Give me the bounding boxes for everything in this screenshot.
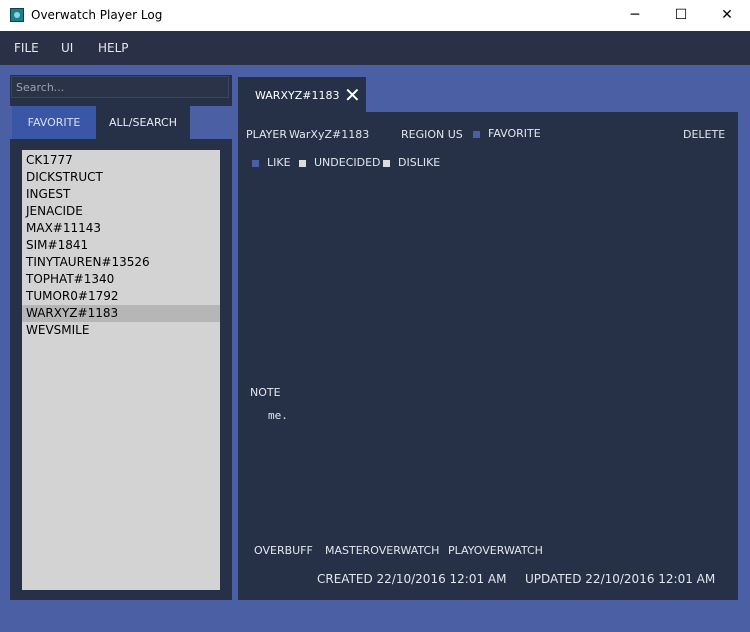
menu-help[interactable]: HELP — [98, 41, 129, 55]
rating-undecided[interactable]: UNDECIDED — [299, 156, 381, 169]
favorite-label: FAVORITE — [488, 127, 541, 140]
note-text[interactable]: me. — [268, 409, 288, 422]
overbuff-link[interactable]: OVERBUFF — [254, 544, 313, 557]
list-item[interactable]: MAX#11143 — [22, 220, 220, 237]
search-input[interactable] — [11, 76, 229, 98]
created-timestamp: CREATED 22/10/2016 12:01 AM — [317, 572, 507, 586]
dislike-radio — [383, 159, 390, 167]
delete-button[interactable]: DELETE — [683, 128, 725, 141]
masteroverwatch-link[interactable]: MASTEROVERWATCH — [325, 544, 439, 557]
like-radio — [252, 159, 259, 167]
player-list[interactable]: CK1777 DICKSTRUCT INGEST JENACIDE MAX#11… — [22, 150, 220, 590]
list-item[interactable]: SIM#1841 — [22, 237, 220, 254]
updated-timestamp: UPDATED 22/10/2016 12:01 AM — [525, 572, 716, 586]
player-tab[interactable]: WARXYZ#1183 ✕ — [238, 77, 366, 112]
list-item[interactable]: TUMOR0#1792 — [22, 288, 220, 305]
list-item[interactable]: DICKSTRUCT — [22, 169, 220, 186]
favorite-checkbox[interactable]: FAVORITE — [473, 127, 541, 140]
rating-dislike[interactable]: DISLIKE — [383, 156, 440, 169]
favorite-checkbox-box — [473, 130, 480, 138]
tab-favorite[interactable]: FAVORITE — [12, 106, 96, 139]
menu-ui[interactable]: UI — [61, 41, 73, 55]
player-list-panel: FAVORITE ALL/SEARCH CK1777 DICKSTRUCT IN… — [10, 75, 232, 600]
window-title: Overwatch Player Log — [31, 8, 163, 22]
list-item[interactable]: TINYTAUREN#13526 — [22, 254, 220, 271]
tab-all-search[interactable]: ALL/SEARCH — [96, 106, 190, 139]
playoverwatch-link[interactable]: PLAYOVERWATCH — [448, 544, 543, 557]
list-item-selected[interactable]: WARXYZ#1183 — [22, 305, 220, 322]
player-name: WarXyZ#1183 — [289, 128, 370, 141]
menu-file[interactable]: FILE — [14, 41, 39, 55]
like-label: LIKE — [267, 156, 291, 169]
menu-bar: FILE UI HELP — [0, 31, 750, 65]
list-tab-bar: FAVORITE ALL/SEARCH — [10, 106, 232, 139]
region-label: REGION US — [401, 128, 463, 141]
player-label: PLAYER — [246, 128, 287, 141]
close-tab-icon[interactable]: ✕ — [344, 83, 361, 107]
list-item[interactable]: JENACIDE — [22, 203, 220, 220]
player-detail-area: WARXYZ#1183 ✕ PLAYER WarXyZ#1183 REGION … — [238, 75, 738, 600]
rating-like[interactable]: LIKE — [252, 156, 291, 169]
minimize-button[interactable]: ─ — [612, 0, 658, 31]
dislike-label: DISLIKE — [398, 156, 441, 169]
player-detail-panel: PLAYER WarXyZ#1183 REGION US FAVORITE DE… — [238, 112, 738, 600]
list-item[interactable]: INGEST — [22, 186, 220, 203]
title-bar: Overwatch Player Log ─ ☐ ✕ — [0, 0, 750, 32]
close-window-button[interactable]: ✕ — [704, 0, 750, 31]
undecided-radio — [299, 159, 306, 167]
undecided-label: UNDECIDED — [314, 156, 381, 169]
list-item[interactable]: CK1777 — [22, 152, 220, 169]
player-tab-label: WARXYZ#1183 — [255, 89, 340, 102]
app-icon — [10, 8, 24, 22]
list-item[interactable]: TOPHAT#1340 — [22, 271, 220, 288]
note-label: NOTE — [250, 386, 281, 399]
maximize-button[interactable]: ☐ — [658, 0, 704, 31]
list-item[interactable]: WEVSMILE — [22, 322, 220, 339]
